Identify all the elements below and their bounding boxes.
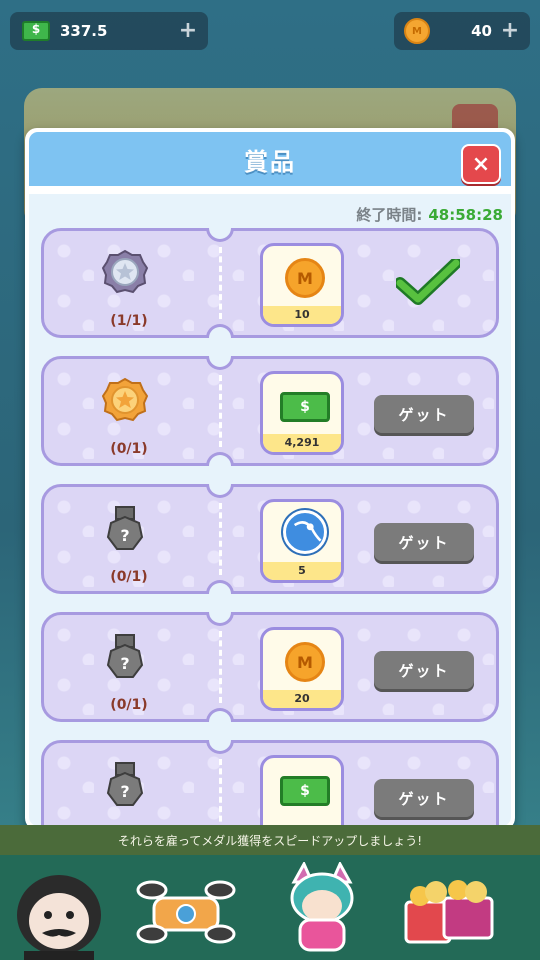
coin-icon: M: [285, 642, 325, 682]
cash-icon: [22, 21, 50, 41]
medal-count: (0/1): [110, 697, 148, 713]
silver-medal-icon: [102, 249, 148, 294]
gold-medal-icon: [102, 377, 148, 422]
svg-text:?: ?: [120, 782, 129, 801]
ball-icon: [283, 510, 327, 554]
svg-text:?: ?: [120, 526, 129, 545]
reward-item: M 20: [260, 627, 344, 711]
drone-item-icon[interactable]: [136, 872, 236, 948]
get-button[interactable]: ゲット: [374, 779, 474, 817]
reward-amount: 10: [263, 306, 341, 324]
svg-text:?: ?: [120, 654, 129, 673]
modal-title: 賞品: [244, 147, 296, 176]
get-button[interactable]: ゲット: [374, 651, 474, 689]
reward-item: 5: [260, 499, 344, 583]
add-cash-button[interactable]: +: [178, 20, 198, 42]
popcorn-item-icon[interactable]: [398, 872, 500, 946]
character-bar: [0, 855, 540, 960]
medal-count: (0/1): [110, 569, 148, 585]
cash-counter: 337.5 +: [10, 12, 208, 50]
modal-header: 賞品 ×: [29, 132, 511, 186]
hire-banner: それらを雇ってメダル獲得をスピードアップしましょう!: [0, 825, 540, 855]
manager-character-icon[interactable]: [4, 855, 114, 960]
reward-amount: 20: [263, 690, 341, 708]
reward-amount: 4,291: [263, 434, 341, 452]
reward-card: (1/1) M 10: [41, 228, 499, 338]
reward-item: M 10: [260, 243, 344, 327]
medal-count: (0/1): [110, 441, 148, 457]
coin-counter: M 40 +: [394, 12, 530, 50]
get-button[interactable]: ゲット: [374, 523, 474, 561]
cat-girl-item-icon[interactable]: [280, 862, 364, 954]
end-timer: 終了時間: 48:58:28: [356, 204, 503, 225]
checkmark-icon: [396, 259, 460, 305]
timer-value: 48:58:28: [428, 206, 503, 224]
coin-icon: M: [285, 258, 325, 298]
get-button[interactable]: ゲット: [374, 395, 474, 433]
reward-item: $ 4,291: [260, 371, 344, 455]
cash-icon: $: [280, 392, 330, 422]
timer-label: 終了時間:: [356, 206, 423, 224]
locked-medal-icon: ?: [106, 762, 144, 806]
reward-list[interactable]: (1/1) M 10 (0/1) $ 4,291 ゲット ? (0/1) 5 ゲ…: [29, 228, 511, 826]
locked-medal-icon: ?: [106, 634, 144, 678]
reward-card: ? $ ゲット: [41, 740, 499, 826]
add-coin-button[interactable]: +: [500, 20, 520, 42]
reward-item: $: [260, 755, 344, 826]
coin-value: 40: [471, 22, 492, 40]
cash-value: 337.5: [60, 22, 108, 40]
medal-count: (1/1): [110, 313, 148, 329]
reward-card: ? (0/1) M 20 ゲット: [41, 612, 499, 722]
modal-body: 終了時間: 48:58:28 (1/1) M 10 (0/1) $ 4,291 …: [29, 194, 511, 826]
close-button[interactable]: ×: [461, 144, 501, 184]
cash-icon: $: [280, 776, 330, 806]
coin-icon: M: [404, 18, 430, 44]
rewards-modal: 賞品 × 終了時間: 48:58:28 (1/1) M 10 (0/1) $ 4…: [25, 128, 515, 830]
reward-amount: 5: [263, 562, 341, 580]
locked-medal-icon: ?: [106, 506, 144, 550]
reward-card: (0/1) $ 4,291 ゲット: [41, 356, 499, 466]
reward-card: ? (0/1) 5 ゲット: [41, 484, 499, 594]
